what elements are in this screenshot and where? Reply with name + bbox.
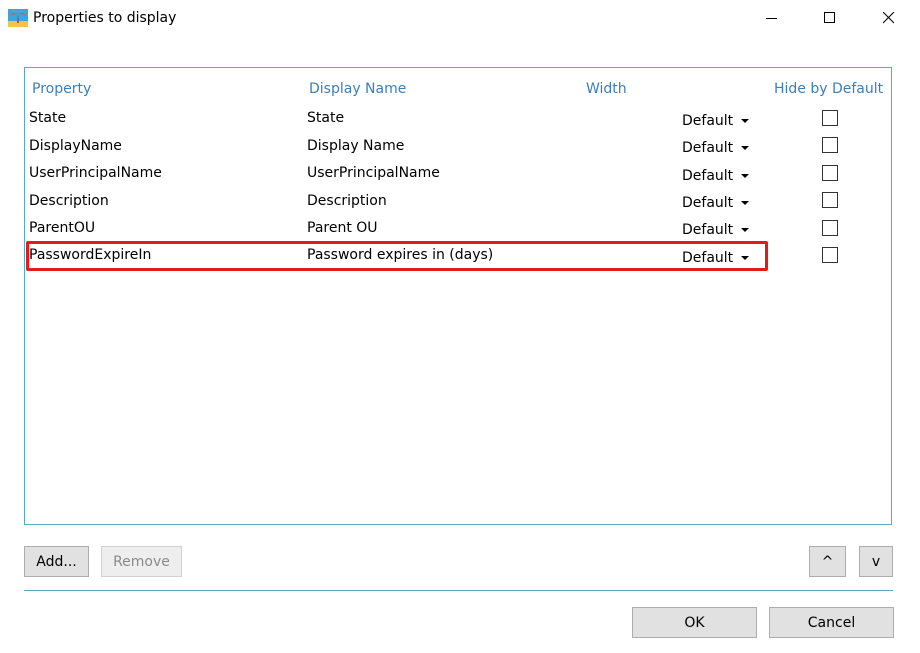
- width-dropdown[interactable]: Default: [682, 193, 754, 213]
- width-value: Default: [682, 140, 734, 156]
- width-value: Default: [682, 113, 734, 129]
- dropdown-arrow-icon: [741, 256, 749, 260]
- dropdown-arrow-icon: [741, 146, 749, 150]
- width-dropdown[interactable]: Default: [682, 166, 754, 186]
- palm-tree-icon: [8, 9, 28, 27]
- move-up-button[interactable]: ^: [809, 546, 846, 577]
- width-dropdown[interactable]: Default: [682, 248, 754, 268]
- display-name-cell[interactable]: Display Name: [307, 138, 404, 154]
- property-cell[interactable]: UserPrincipalName: [29, 165, 162, 181]
- cancel-button[interactable]: Cancel: [769, 607, 894, 638]
- display-name-cell[interactable]: Password expires in (days): [307, 247, 493, 263]
- width-dropdown[interactable]: Default: [682, 138, 754, 158]
- move-down-button[interactable]: v: [859, 546, 893, 577]
- property-cell[interactable]: DisplayName: [29, 138, 122, 154]
- minimize-icon: [766, 18, 777, 19]
- remove-button[interactable]: Remove: [101, 546, 182, 577]
- width-value: Default: [682, 168, 734, 184]
- width-value: Default: [682, 222, 734, 238]
- property-cell[interactable]: Description: [29, 193, 109, 209]
- dropdown-arrow-icon: [741, 201, 749, 205]
- column-header-property[interactable]: Property: [32, 81, 91, 97]
- width-dropdown[interactable]: Default: [682, 111, 754, 131]
- separator-line: [24, 590, 893, 591]
- hide-by-default-checkbox[interactable]: [822, 137, 838, 153]
- hide-by-default-checkbox[interactable]: [822, 192, 838, 208]
- hide-by-default-checkbox[interactable]: [822, 165, 838, 181]
- dropdown-arrow-icon: [741, 174, 749, 178]
- hide-by-default-checkbox[interactable]: [822, 110, 838, 126]
- title-bar: Properties to display: [0, 0, 920, 36]
- width-value: Default: [682, 250, 734, 266]
- maximize-button[interactable]: [807, 0, 853, 36]
- property-cell[interactable]: ParentOU: [29, 220, 95, 236]
- close-icon: [883, 12, 895, 24]
- column-header-display-name[interactable]: Display Name: [309, 81, 406, 97]
- properties-grid[interactable]: Property Display Name Width Hide by Defa…: [24, 67, 892, 525]
- maximize-icon: [824, 12, 835, 23]
- display-name-cell[interactable]: State: [307, 110, 344, 126]
- add-button[interactable]: Add...: [24, 546, 89, 577]
- display-name-cell[interactable]: UserPrincipalName: [307, 165, 440, 181]
- hide-by-default-checkbox[interactable]: [822, 247, 838, 263]
- dropdown-arrow-icon: [741, 228, 749, 232]
- minimize-button[interactable]: [749, 0, 795, 36]
- width-dropdown[interactable]: Default: [682, 220, 754, 240]
- property-cell[interactable]: PasswordExpireIn: [29, 247, 151, 263]
- hide-by-default-checkbox[interactable]: [822, 220, 838, 236]
- column-header-width[interactable]: Width: [586, 81, 627, 97]
- property-cell[interactable]: State: [29, 110, 66, 126]
- close-button[interactable]: [866, 0, 912, 36]
- width-value: Default: [682, 195, 734, 211]
- display-name-cell[interactable]: Parent OU: [307, 220, 378, 236]
- window-title: Properties to display: [33, 10, 177, 26]
- display-name-cell[interactable]: Description: [307, 193, 387, 209]
- column-header-hide-by-default[interactable]: Hide by Default: [774, 81, 883, 97]
- ok-button[interactable]: OK: [632, 607, 757, 638]
- dropdown-arrow-icon: [741, 119, 749, 123]
